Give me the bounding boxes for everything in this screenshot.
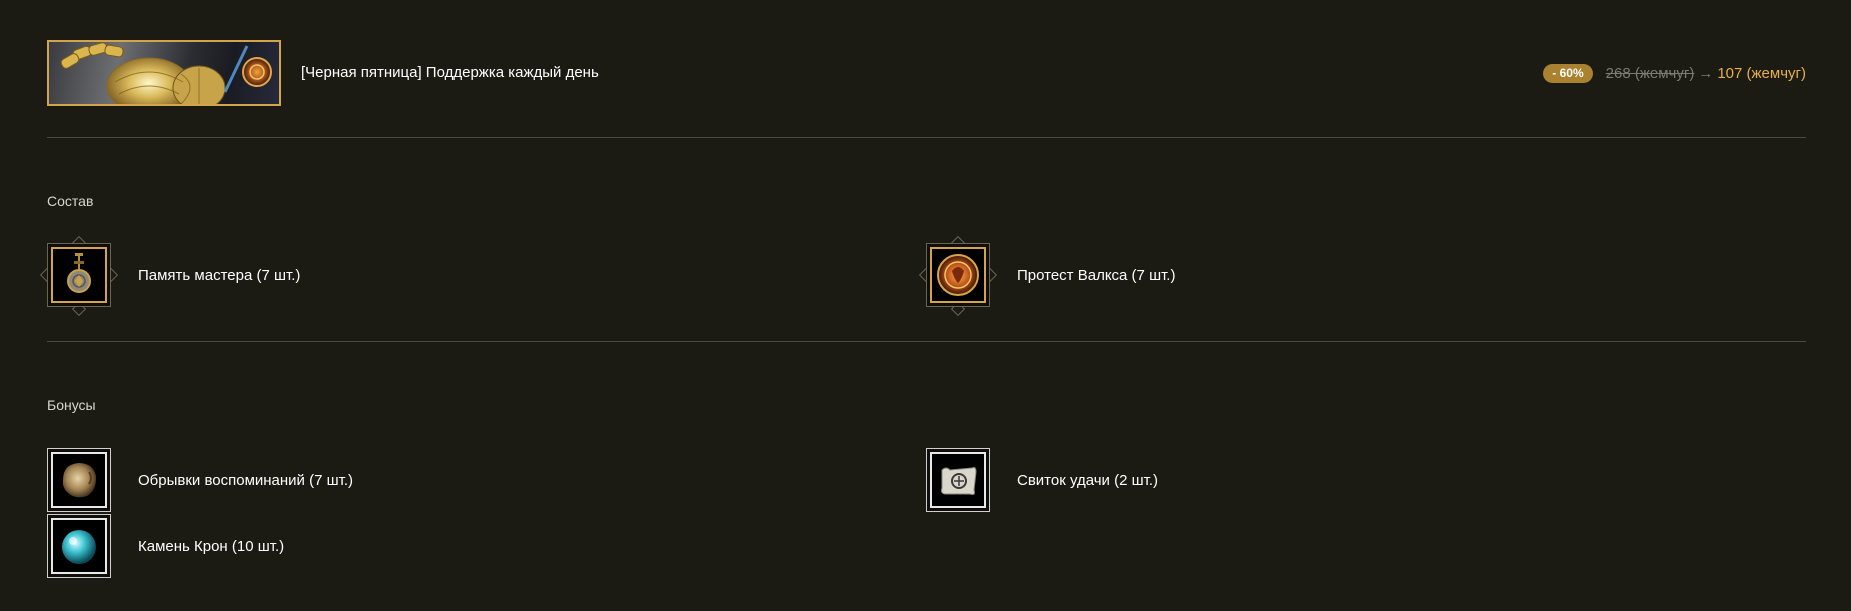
item-label: Свиток удачи (2 шт.) xyxy=(1017,472,1158,489)
product-banner-image xyxy=(47,40,281,106)
composition-item: Память мастера (7 шт.) xyxy=(39,235,647,317)
item-label: Обрывки воспоминаний (7 шт.) xyxy=(138,472,354,489)
item-label: Камень Крон (10 шт.) xyxy=(138,538,285,555)
master-memory-pendant-icon xyxy=(47,243,111,307)
section-label-composition: Состав xyxy=(47,193,94,209)
old-price: 268 (жемчуг) xyxy=(1605,65,1695,82)
luck-scroll-icon xyxy=(926,448,990,512)
bonus-item: Свиток удачи (2 шт.) xyxy=(926,448,1526,514)
discount-badge: - 60% xyxy=(1543,64,1593,83)
product-header: [Черная пятница] Поддержка каждый день -… xyxy=(47,40,1806,106)
price-arrow: → xyxy=(1698,65,1714,82)
new-price: 107 (жемчуг) xyxy=(1717,65,1806,82)
valks-protest-coin-icon xyxy=(926,243,990,307)
bonus-item: Камень Крон (10 шт.) xyxy=(47,514,647,580)
price-block: - 60% 268 (жемчуг) → 107 (жемчуг) xyxy=(1543,64,1806,83)
bonus-item: Обрывки воспоминаний (7 шт.) xyxy=(47,448,647,514)
divider xyxy=(47,341,1806,342)
composition-item: Протест Валкса (7 шт.) xyxy=(918,235,1526,317)
divider xyxy=(47,137,1806,138)
cron-stone-icon xyxy=(47,514,111,578)
product-title: [Черная пятница] Поддержка каждый день xyxy=(301,64,599,81)
section-label-bonuses: Бонусы xyxy=(47,397,96,413)
item-label: Память мастера (7 шт.) xyxy=(138,267,301,284)
item-label: Протест Валкса (7 шт.) xyxy=(1017,267,1176,284)
memory-fragment-icon xyxy=(47,448,111,512)
